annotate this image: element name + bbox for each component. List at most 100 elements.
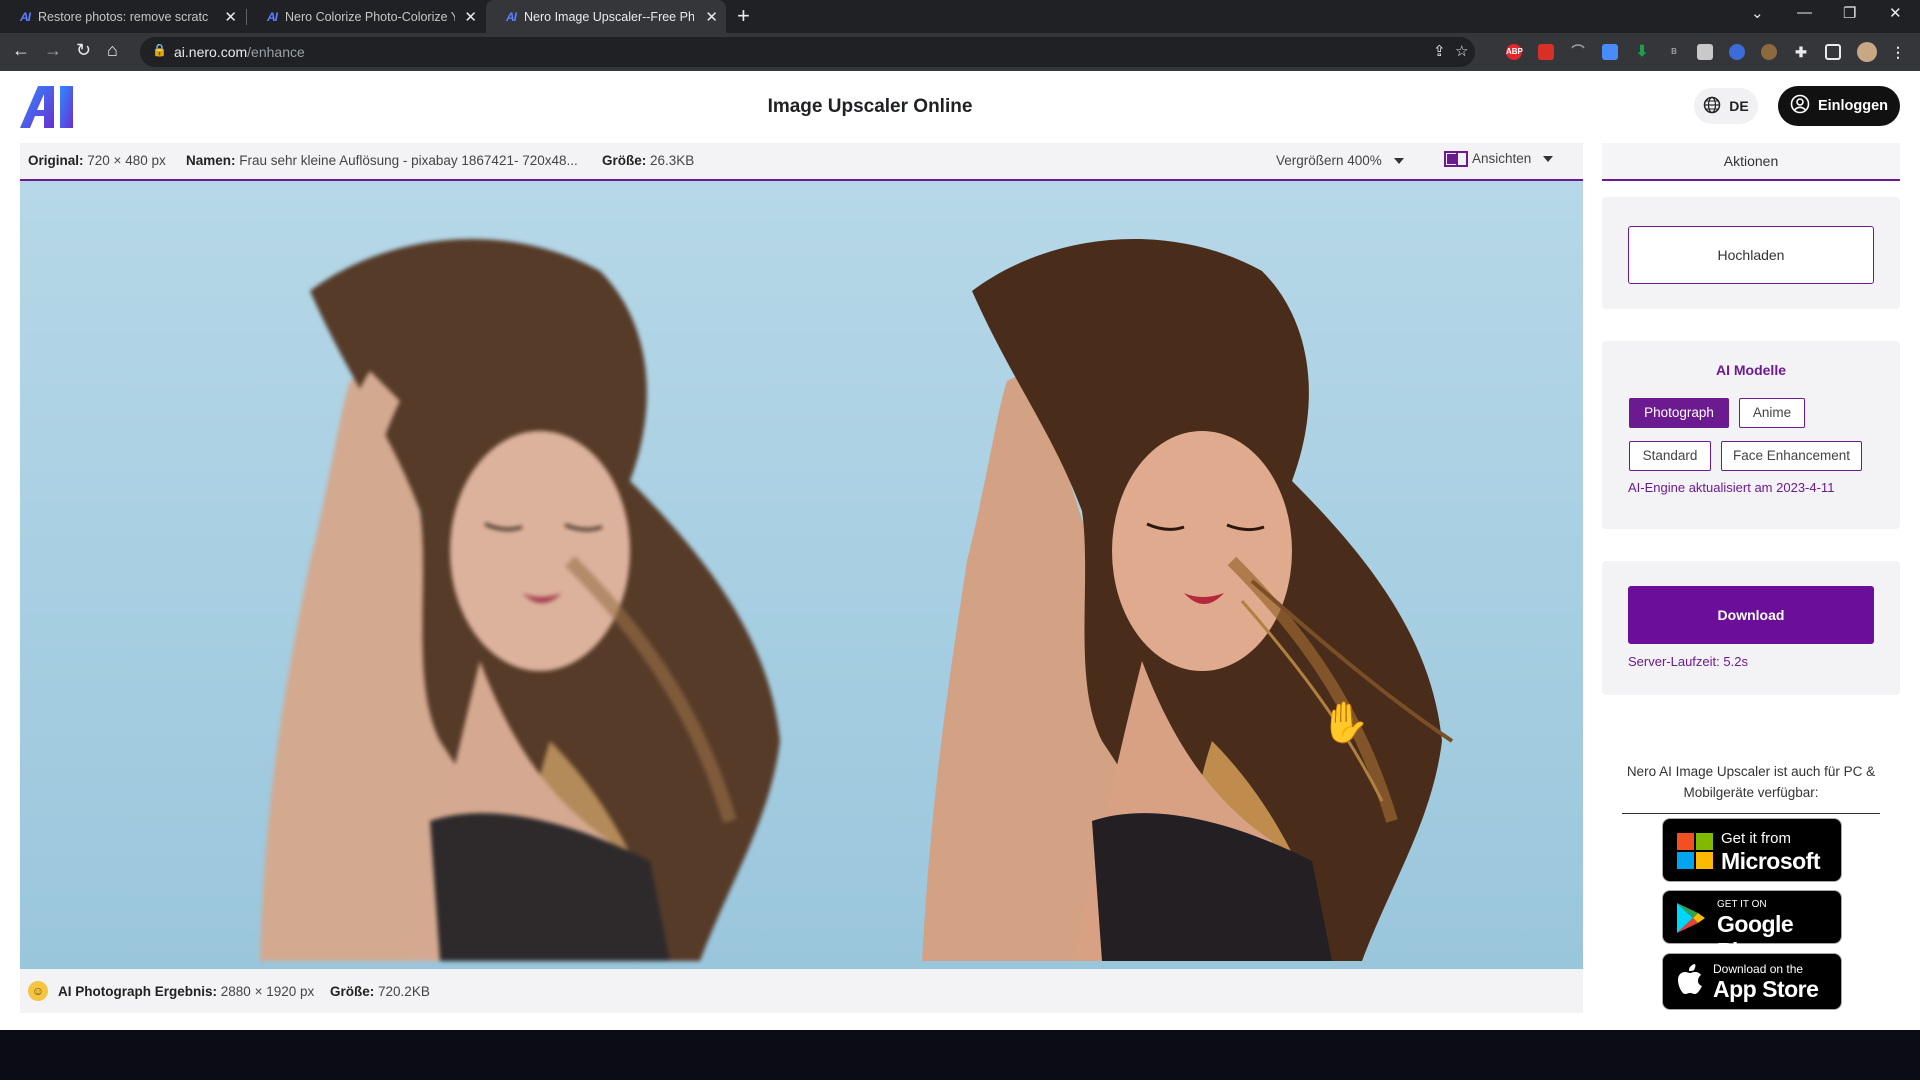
server-runtime-note: Server-Laufzeit: 5.2s <box>1628 654 1748 669</box>
model-standard-button[interactable]: Standard <box>1629 441 1711 471</box>
image-info-bar: Original: 720 × 480 px Namen: Frau sehr … <box>20 143 1583 181</box>
login-label: Einloggen <box>1817 98 1889 114</box>
tab-title: Nero Image Upscaler--Free Phot <box>524 9 694 24</box>
split-view-icon <box>1444 151 1468 168</box>
language-label: DE <box>1729 98 1749 114</box>
google-small-text: GET IT ON <box>1717 899 1767 910</box>
sidepanel-icon[interactable] <box>1825 44 1841 60</box>
result-info: AI Photograph Ergebnis: 2880 × 1920 px <box>58 984 314 999</box>
extension-icon[interactable]: B <box>1666 44 1682 60</box>
download-card: Download Server-Laufzeit: 5.2s <box>1602 561 1900 695</box>
profile-avatar[interactable] <box>1857 42 1877 62</box>
upscaled-photo <box>922 238 1454 962</box>
google-play-logo-icon <box>1677 903 1705 938</box>
smiley-icon: ☺ <box>28 981 48 1001</box>
result-size-value: 720.2KB <box>378 984 430 999</box>
google-play-badge[interactable]: GET IT ON Google Play <box>1662 890 1842 964</box>
puzzle-icon[interactable]: ✚ <box>1793 44 1809 60</box>
browser-tab-3[interactable]: AI Nero Image Upscaler--Free Phot ✕ <box>486 0 726 33</box>
microsoft-small-text: Get it from <box>1721 830 1792 847</box>
tab-title: Nero Colorize Photo-Colorize Yo <box>285 9 455 24</box>
name-info: Namen: Frau sehr kleine Auflösung - pixa… <box>186 153 578 168</box>
model-face-enhancement-button[interactable]: Face Enhancement <box>1721 441 1862 471</box>
engine-update-note: AI-Engine aktualisiert am 2023-4-11 <box>1628 480 1835 495</box>
result-size-label: Größe: <box>330 984 375 999</box>
size-value: 26.3KB <box>650 153 695 168</box>
result-label: AI Photograph Ergebnis: <box>58 984 218 999</box>
adblock-extension-icon[interactable]: ABP <box>1506 44 1523 60</box>
models-title: AI Modelle <box>1715 362 1786 378</box>
forward-icon[interactable]: → <box>44 40 62 61</box>
tab-favicon: AI <box>506 9 517 24</box>
availability-text: Nero AI Image Upscaler ist auch für PC &… <box>1622 761 1880 814</box>
lock-icon: 🔒 <box>152 43 167 57</box>
close-icon[interactable]: ✕ <box>464 8 477 26</box>
extension-icon[interactable] <box>1602 44 1618 60</box>
extension-icon[interactable] <box>1538 44 1554 60</box>
chevron-down-icon <box>1543 156 1554 163</box>
tab-favicon: AI <box>267 9 278 24</box>
microsoft-big-text: Microsoft <box>1721 848 1821 874</box>
browser-toolbar: ← → ↻ ⌂ 🔒 ai.nero.com/enhance ⇪ ☆ ABP ⌒ … <box>0 33 1920 71</box>
upscaled-image-pane <box>802 181 1583 969</box>
download-button[interactable]: Download <box>1628 586 1874 644</box>
ai-models-card: AI Modelle Photograph Anime Standard Fac… <box>1602 341 1900 529</box>
share-icon[interactable]: ⇪ <box>1433 42 1446 60</box>
image-comparison[interactable]: ✋ <box>20 181 1583 969</box>
minimize-icon[interactable]: — <box>1797 4 1812 21</box>
close-window-icon[interactable]: ✕ <box>1889 4 1902 22</box>
extension-icon[interactable] <box>1761 44 1777 60</box>
tab-search-icon[interactable]: ⌄ <box>1751 4 1764 22</box>
page-bottom-strip <box>0 1030 1920 1080</box>
model-anime-button[interactable]: Anime <box>1739 398 1805 428</box>
browser-tab-strip: AI Restore photos: remove scratche ✕ AI … <box>0 0 1920 33</box>
result-dims: 2880 × 1920 px <box>220 984 315 999</box>
address-bar[interactable]: 🔒 ai.nero.com/enhance ⇪ ☆ <box>140 37 1475 67</box>
download-extension-icon[interactable]: ⬇ <box>1634 44 1650 60</box>
original-image-pane <box>20 181 802 969</box>
upload-button[interactable]: Hochladen <box>1628 226 1874 284</box>
bookmark-star-icon[interactable]: ☆ <box>1455 42 1468 60</box>
close-icon[interactable]: ✕ <box>224 8 237 26</box>
apple-logo-icon <box>1677 964 1703 1001</box>
home-icon[interactable]: ⌂ <box>107 40 118 61</box>
size-label: Größe: <box>602 153 647 168</box>
page-title: Image Upscaler Online <box>767 96 973 117</box>
tab-title: Restore photos: remove scratche <box>38 9 208 24</box>
microsoft-logo-icon <box>1677 833 1713 874</box>
original-photo <box>260 238 780 962</box>
menu-kebab-icon[interactable]: ⋮ <box>1890 44 1906 60</box>
result-info-bar: ☺ AI Photograph Ergebnis: 2880 × 1920 px… <box>20 969 1583 1013</box>
name-label: Namen: <box>186 153 236 168</box>
login-button[interactable]: Einloggen <box>1778 86 1900 126</box>
zoom-label: Vergrößern 400% <box>1276 153 1382 168</box>
size-info: Größe: 26.3KB <box>602 153 694 168</box>
browser-tab-2[interactable]: AI Nero Colorize Photo-Colorize Yo ✕ <box>247 0 485 33</box>
hand-cursor-icon: ✋ <box>1320 701 1370 745</box>
url-host: ai.nero.com <box>174 44 248 60</box>
url-text: ai.nero.com/enhance <box>174 44 305 60</box>
back-icon[interactable]: ← <box>12 40 30 61</box>
original-label: Original: <box>28 153 84 168</box>
extension-icon[interactable] <box>1729 44 1745 60</box>
zoom-dropdown[interactable]: Vergrößern 400% <box>1276 153 1404 168</box>
view-label: Ansichten <box>1472 151 1532 166</box>
url-path: /enhance <box>247 44 305 60</box>
original-value: 720 × 480 px <box>87 153 166 168</box>
browser-tab-1[interactable]: AI Restore photos: remove scratche ✕ <box>0 0 245 33</box>
tab-favicon: AI <box>20 9 31 24</box>
upload-card: Hochladen <box>1602 197 1900 309</box>
camera-extension-icon[interactable] <box>1697 44 1713 60</box>
reload-icon[interactable]: ↻ <box>76 40 91 61</box>
extension-icon[interactable]: ⌒ <box>1570 44 1586 60</box>
user-icon <box>1790 94 1810 118</box>
app-store-badge[interactable]: Download on the App Store <box>1662 953 1842 1010</box>
restore-icon[interactable]: ❐ <box>1843 4 1856 22</box>
model-photograph-button[interactable]: Photograph <box>1629 398 1729 428</box>
tab-actions[interactable]: Aktionen <box>1602 143 1900 181</box>
new-tab-icon[interactable]: + <box>737 3 750 29</box>
microsoft-store-badge[interactable]: Get it from Microsoft <box>1662 818 1842 882</box>
view-dropdown[interactable]: Ansichten <box>1444 151 1554 168</box>
language-switcher[interactable]: DE <box>1694 88 1758 124</box>
close-icon[interactable]: ✕ <box>705 8 718 26</box>
